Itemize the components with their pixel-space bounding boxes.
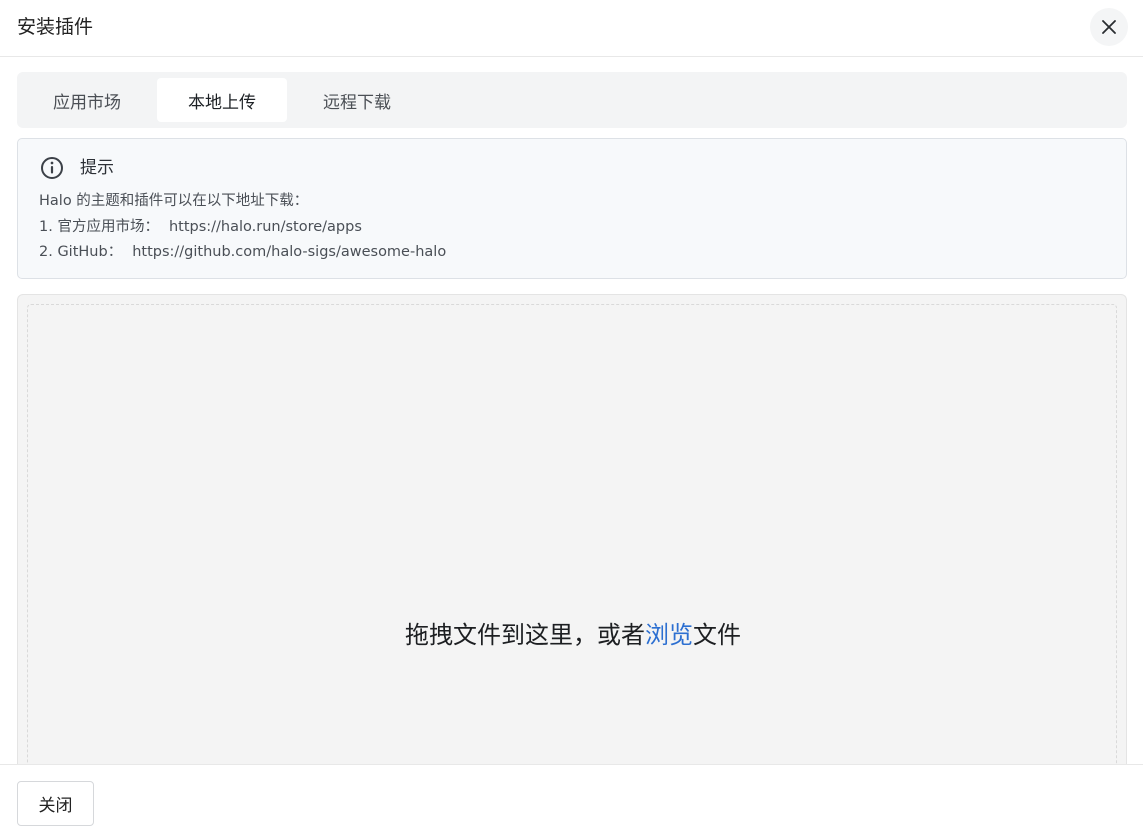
app-market-url[interactable]: https://halo.run/store/apps [169, 219, 362, 235]
browse-files-link[interactable]: 浏览 [645, 621, 693, 649]
alert-link-market: 1. 官方应用市场： https://halo.run/store/apps [39, 217, 362, 237]
close-button[interactable]: 关闭 [17, 781, 94, 826]
modal-header: 安装插件 [0, 0, 1143, 57]
alert-title: 提示 [80, 158, 114, 178]
alert-intro: Halo 的主题和插件可以在以下地址下载： [39, 193, 309, 209]
file-dropzone[interactable]: 拖拽文件到这里，或者浏览文件 [17, 294, 1127, 774]
drop-text-after: 文件 [693, 621, 741, 649]
tab-app-market[interactable]: 应用市场 [22, 78, 152, 122]
alert-link-label: 1. 官方应用市场： [39, 219, 159, 235]
install-plugin-modal: 安装插件 应用市场 本地上传 远程下载 提示 Halo 的主题和插件可以在以下地… [0, 0, 1143, 839]
drop-text-before: 拖拽文件到这里，或者 [405, 621, 645, 649]
github-url[interactable]: https://github.com/halo-sigs/awesome-hal… [132, 244, 446, 260]
tip-alert: 提示 Halo 的主题和插件可以在以下地址下载： 1. 官方应用市场： https… [17, 138, 1127, 279]
alert-link-github: 2. GitHub： https://github.com/halo-sigs/a… [39, 242, 446, 262]
modal-close-button[interactable] [1090, 8, 1128, 46]
close-icon [1102, 20, 1116, 34]
info-icon [41, 157, 63, 179]
dropzone-dashed-area[interactable]: 拖拽文件到这里，或者浏览文件 [27, 304, 1117, 774]
tab-local-upload[interactable]: 本地上传 [157, 78, 287, 122]
dropzone-instruction: 拖拽文件到这里，或者浏览文件 [28, 619, 1118, 651]
install-source-tabs: 应用市场 本地上传 远程下载 [17, 72, 1127, 128]
tab-remote-download[interactable]: 远程下载 [292, 78, 422, 122]
alert-link-label: 2. GitHub： [39, 244, 123, 260]
modal-footer: 关闭 [0, 764, 1143, 839]
modal-title: 安装插件 [17, 16, 94, 38]
